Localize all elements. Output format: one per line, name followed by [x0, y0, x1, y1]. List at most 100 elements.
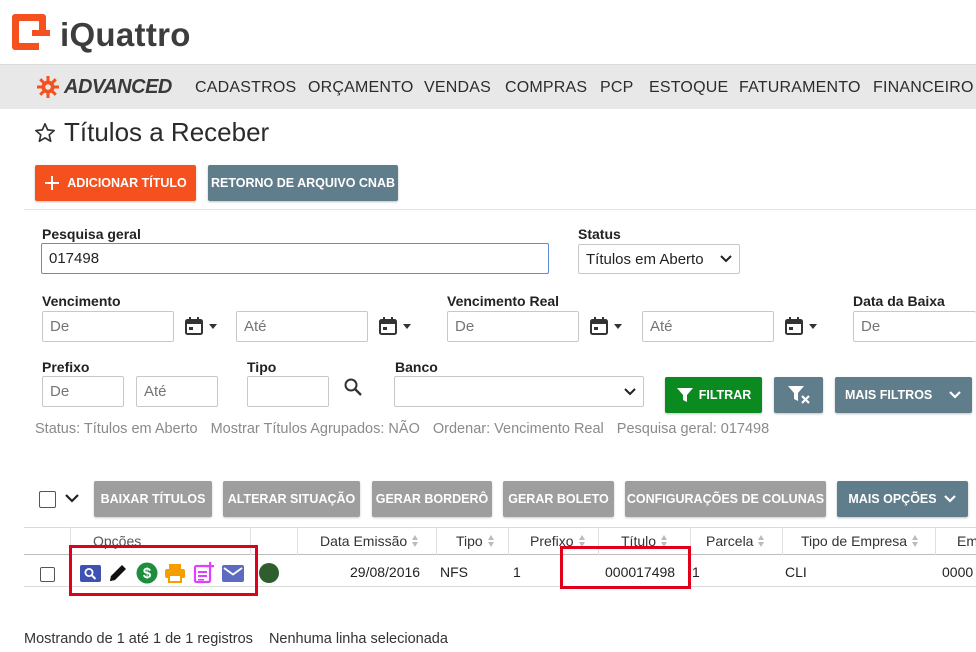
- more-filters-button[interactable]: MAIS FILTROS: [835, 377, 972, 413]
- cell-tipo-empresa: CLI: [785, 564, 807, 580]
- add-title-button[interactable]: ADICIONAR TÍTULO: [35, 165, 196, 201]
- configuracoes-colunas-button[interactable]: CONFIGURAÇÕES DE COLUNAS: [625, 481, 826, 517]
- vencimento-to-calendar[interactable]: [378, 315, 413, 337]
- calendar-icon: [785, 317, 803, 335]
- chevron-down-icon: [624, 387, 636, 395]
- baixar-titulos-button[interactable]: BAIXAR TÍTULOS: [94, 481, 212, 517]
- mais-opcoes-button[interactable]: MAIS OPÇÕES: [837, 481, 968, 517]
- add-title-label: ADICIONAR TÍTULO: [67, 176, 187, 190]
- column-divider: [935, 527, 936, 555]
- col-parcela[interactable]: Parcela: [706, 533, 765, 549]
- more-filters-label: MAIS FILTROS: [845, 388, 933, 402]
- col-tipo-label: Tipo: [456, 533, 483, 549]
- summary-ordenar: Ordenar: Vencimento Real: [432, 421, 604, 437]
- col-data-emissao[interactable]: Data Emissão: [320, 533, 419, 549]
- summary-agrupados: Mostrar Títulos Agrupados: NÃO: [210, 421, 420, 437]
- col-parcela-label: Parcela: [706, 533, 754, 549]
- vencimento-real-from-input[interactable]: [447, 311, 579, 342]
- status-label: Status: [578, 226, 621, 242]
- alterar-situacao-button[interactable]: ALTERAR SITUAÇÃO: [223, 481, 360, 517]
- menu-faturamento[interactable]: FATURAMENTO: [739, 79, 861, 97]
- vencimento-from-calendar[interactable]: [184, 315, 219, 337]
- select-all-checkbox[interactable]: [39, 491, 56, 508]
- vencimento-to-input[interactable]: [236, 311, 368, 342]
- edition-badge: ADVANCED: [36, 76, 172, 98]
- vencimento-from-input[interactable]: [42, 311, 174, 342]
- vencimento-real-from-calendar[interactable]: [589, 315, 624, 337]
- search-icon[interactable]: [343, 377, 363, 397]
- divider: [24, 209, 976, 210]
- data-baixa-label: Data da Baixa: [853, 293, 945, 309]
- status-select-value: Títulos em Aberto: [586, 250, 704, 268]
- banco-label: Banco: [395, 359, 438, 375]
- filter-summary: Status: Títulos em Aberto Mostrar Título…: [35, 421, 769, 437]
- vencimento-real-label: Vencimento Real: [447, 293, 560, 309]
- page-title: Títulos a Receber: [34, 117, 269, 148]
- prefixo-label: Prefixo: [42, 359, 90, 375]
- cell-data-emissao: 29/08/2016: [350, 564, 421, 580]
- column-divider: [782, 527, 783, 555]
- summary-pesquisa: Pesquisa geral: 017498: [616, 421, 770, 437]
- calendar-icon: [379, 317, 397, 335]
- caret-down-icon: [809, 324, 817, 329]
- filter-remove-icon: [787, 386, 810, 404]
- data-baixa-from-input[interactable]: [853, 311, 976, 342]
- menu-vendas[interactable]: VENDAS: [424, 79, 491, 97]
- sort-icon: [912, 535, 919, 547]
- plus-icon: [45, 176, 60, 190]
- row-checkbox[interactable]: [40, 567, 55, 582]
- prefixo-from-input[interactable]: [42, 376, 124, 407]
- status-select[interactable]: Títulos em Aberto: [578, 244, 740, 274]
- chevron-down-icon: [720, 255, 732, 263]
- cell-parcela: 1: [692, 564, 700, 580]
- prefixo-to-input[interactable]: [136, 376, 218, 407]
- calendar-icon: [185, 317, 203, 335]
- col-tipo[interactable]: Tipo: [456, 533, 495, 549]
- column-divider: [436, 527, 437, 555]
- menu-estoque[interactable]: ESTOQUE: [649, 79, 728, 97]
- selection-info: Nenhuma linha selecionada: [268, 631, 448, 647]
- records-info: Mostrando de 1 até 1 de 1 registros: [24, 631, 253, 647]
- cnab-return-button[interactable]: RETORNO DE ARQUIVO CNAB: [208, 165, 398, 201]
- highlight-box-options: [69, 545, 258, 596]
- filter-button[interactable]: FILTRAR: [665, 377, 762, 413]
- brand-name: iQuattro: [60, 16, 191, 53]
- calendar-icon: [590, 317, 608, 335]
- cell-empresa: 0000: [942, 564, 974, 580]
- menu-cadastros[interactable]: CADASTROS: [195, 79, 296, 97]
- cell-tipo: NFS: [440, 564, 468, 580]
- column-divider: [508, 527, 509, 555]
- star-icon[interactable]: [34, 122, 56, 144]
- banco-select[interactable]: [394, 376, 644, 407]
- gerar-bordero-button[interactable]: GERAR BORDERÔ: [372, 481, 492, 517]
- page-title-text: Títulos a Receber: [64, 117, 270, 147]
- status-dot-icon: [259, 563, 279, 583]
- menu-pcp[interactable]: PCP: [600, 79, 634, 97]
- search-input[interactable]: [41, 243, 549, 274]
- filter-button-label: FILTRAR: [698, 388, 752, 402]
- highlight-box-titulo: [560, 546, 691, 589]
- edition-label: ADVANCED: [64, 75, 172, 98]
- gear-icon: [37, 76, 59, 98]
- vencimento-label: Vencimento: [42, 293, 121, 309]
- col-empresa[interactable]: Em: [957, 533, 976, 549]
- col-tipo-empresa[interactable]: Tipo de Empresa: [801, 533, 919, 549]
- vencimento-real-to-calendar[interactable]: [784, 315, 819, 337]
- column-divider: [297, 527, 298, 555]
- chevron-down-icon[interactable]: [64, 493, 80, 505]
- sort-icon: [487, 535, 494, 547]
- menu-compras[interactable]: COMPRAS: [505, 79, 587, 97]
- caret-down-icon: [403, 324, 411, 329]
- menu-financeiro[interactable]: FINANCEIRO: [873, 79, 974, 97]
- col-data-emissao-label: Data Emissão: [320, 533, 408, 549]
- cell-prefixo: 1: [513, 564, 521, 580]
- vencimento-real-to-input[interactable]: [642, 311, 774, 342]
- clear-filter-button[interactable]: [774, 377, 823, 413]
- tipo-input[interactable]: [247, 376, 329, 407]
- col-tipo-empresa-label: Tipo de Empresa: [801, 533, 908, 549]
- search-label: Pesquisa geral: [42, 226, 141, 242]
- caret-down-icon: [209, 324, 217, 329]
- gerar-boleto-button[interactable]: GERAR BOLETO: [503, 481, 614, 517]
- filter-icon: [676, 388, 693, 402]
- menu-orcamento[interactable]: ORÇAMENTO: [308, 79, 414, 97]
